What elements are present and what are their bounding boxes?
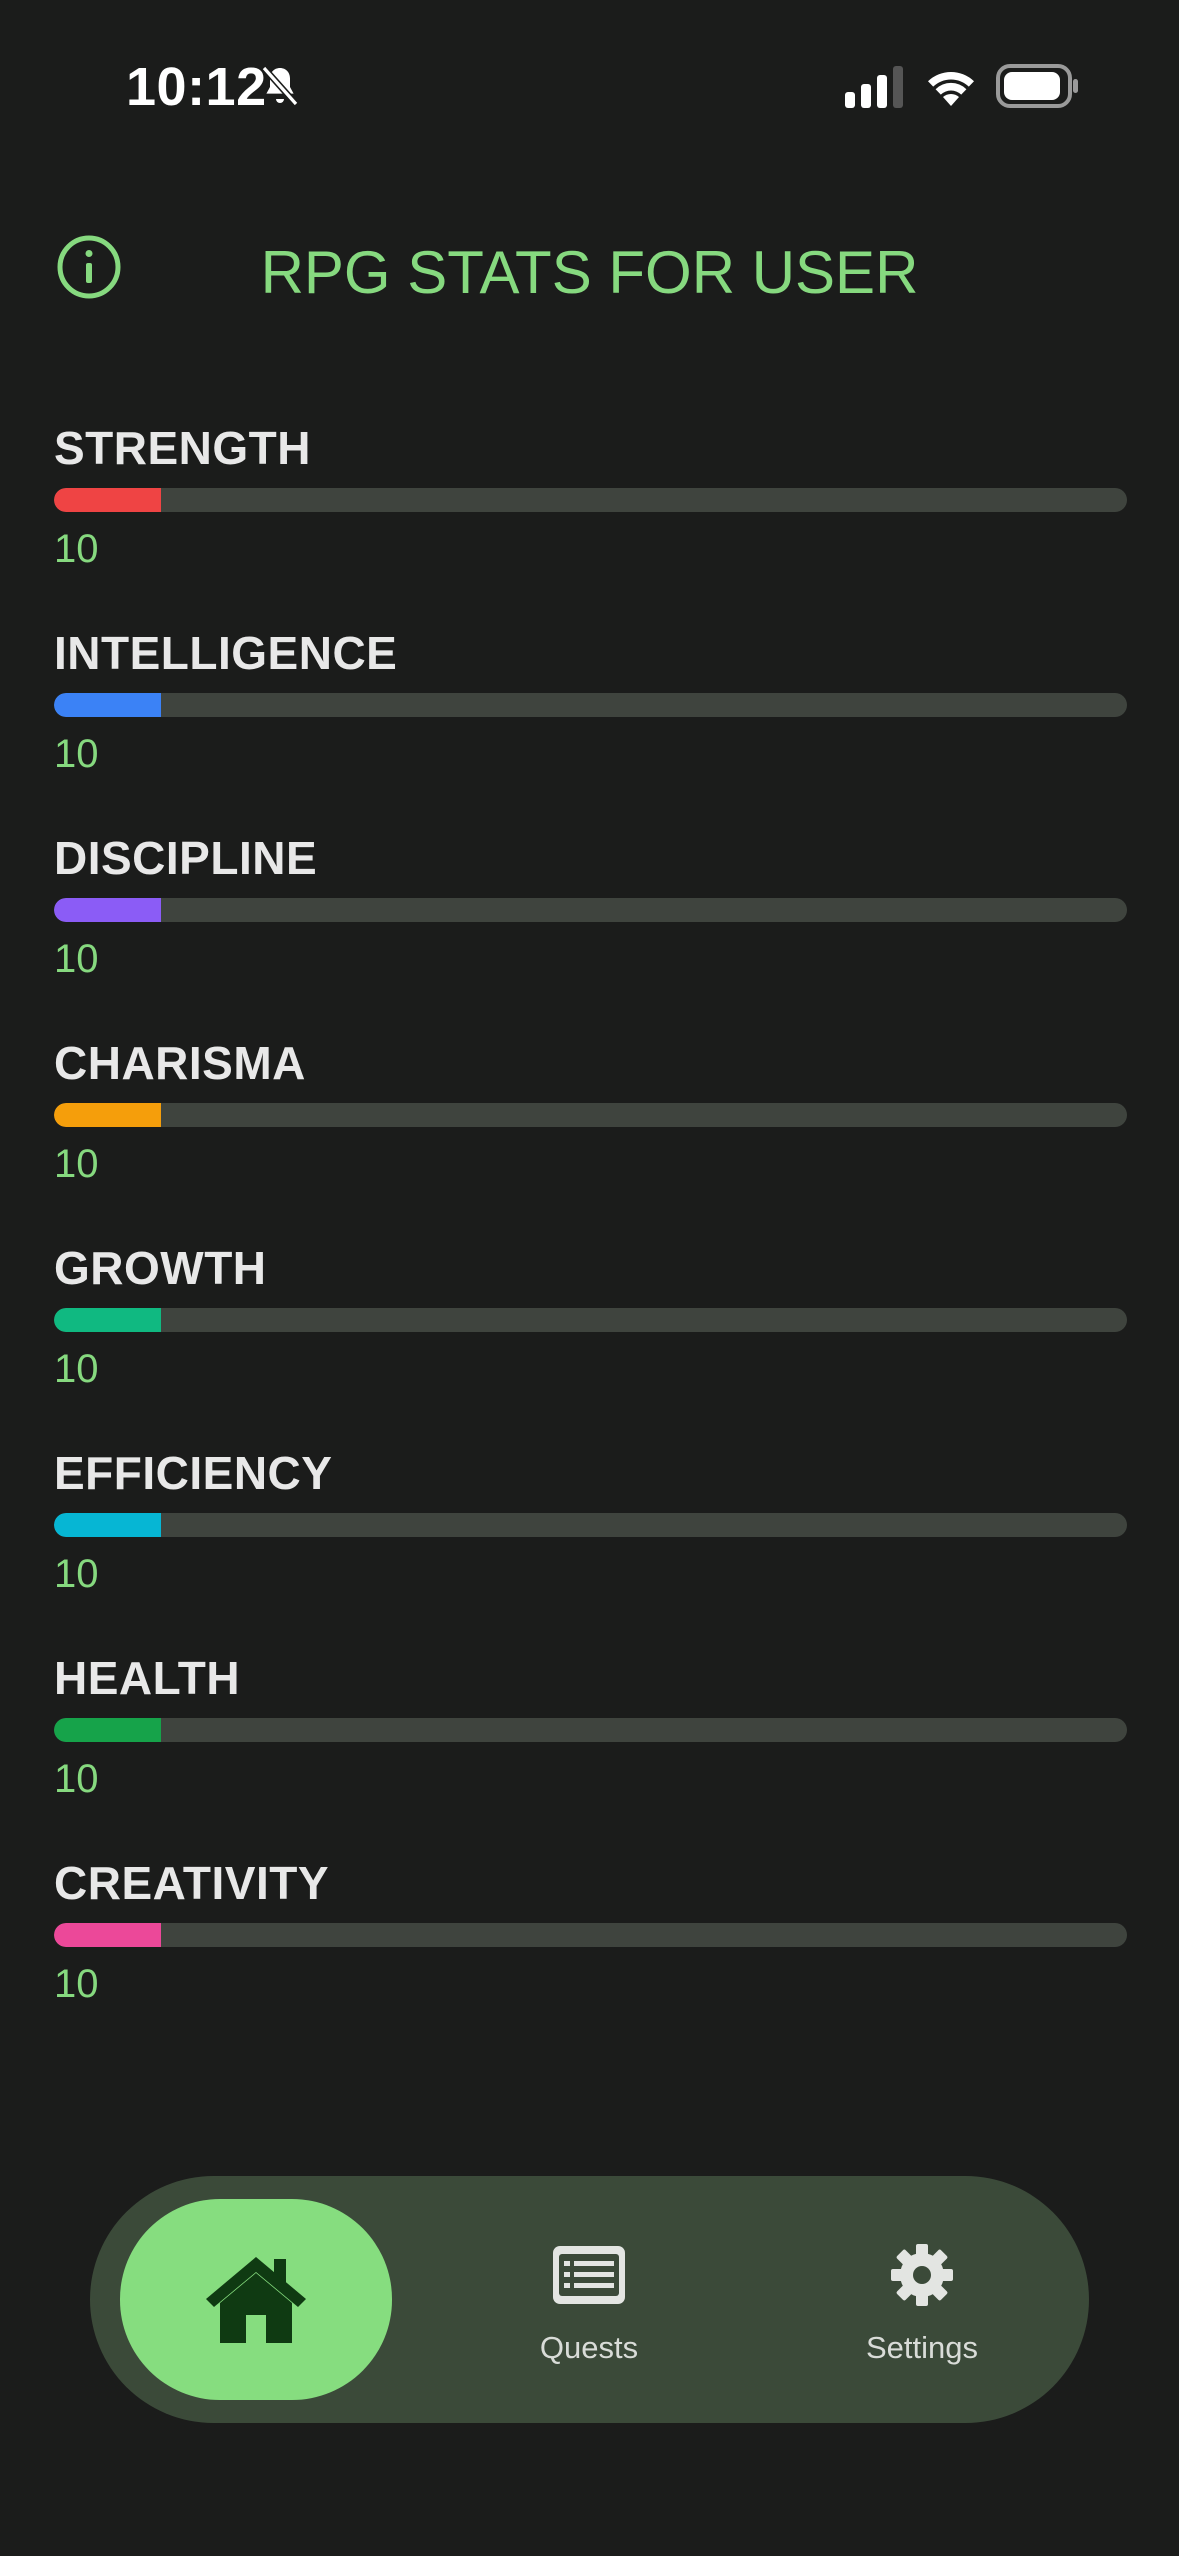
- stat-name: EFFICIENCY: [54, 1447, 333, 1499]
- stat-value: 10: [54, 1552, 99, 1596]
- bottom-navigation: Quests Settings: [90, 2176, 1089, 2423]
- stat-name: CREATIVITY: [54, 1857, 330, 1909]
- stat-progress-bar: [54, 898, 1127, 922]
- stat-value: 10: [54, 527, 99, 571]
- page-title: RPG STATS FOR USER: [260, 239, 919, 306]
- stat-progress-bar: [54, 1103, 1127, 1127]
- stat-value: 10: [54, 1962, 99, 2006]
- stat-progress-bar: [54, 1513, 1127, 1537]
- nav-settings-button[interactable]: Settings: [812, 2176, 1032, 2423]
- stat-value: 10: [54, 1347, 99, 1391]
- stat-row: EFFICIENCY 10: [54, 1443, 1127, 1648]
- stat-progress-bar: [54, 1923, 1127, 1947]
- stat-progress-fill: [54, 898, 162, 922]
- stat-progress-bar: [54, 1718, 1127, 1742]
- status-time: 10:12: [126, 57, 267, 117]
- stat-name: CHARISMA: [54, 1037, 306, 1089]
- nav-settings-label: Settings: [865, 2330, 978, 2365]
- stat-progress-bar: [54, 488, 1127, 512]
- stats-list: STRENGTH 10 INTELLIGENCE 10 DISCIPLINE 10 CHAR…: [54, 418, 1127, 2058]
- stat-value: 10: [54, 1757, 99, 1801]
- stat-row: GROWTH 10: [54, 1238, 1127, 1443]
- stat-progress-fill: [54, 693, 162, 717]
- stat-row: DISCIPLINE 10: [54, 828, 1127, 1033]
- stat-progress-fill: [54, 1718, 162, 1742]
- stat-progress-fill: [54, 1923, 162, 1947]
- home-icon: [206, 2257, 306, 2343]
- stat-progress-bar: [54, 693, 1127, 717]
- stat-row: HEALTH 10: [54, 1648, 1127, 1853]
- status-bar: 10:12: [0, 0, 1179, 175]
- nav-quests-button[interactable]: Quests: [479, 2176, 699, 2423]
- stat-value: 10: [54, 1142, 99, 1186]
- stat-name: GROWTH: [54, 1242, 267, 1294]
- wifi-icon: [928, 71, 974, 106]
- list-card-icon: [553, 2246, 625, 2304]
- stat-name: HEALTH: [54, 1652, 241, 1704]
- stat-progress-fill: [54, 1308, 162, 1332]
- stat-row: CREATIVITY 10: [54, 1853, 1127, 2058]
- stat-value: 10: [54, 732, 99, 776]
- stat-progress-fill: [54, 1513, 162, 1537]
- stat-progress-fill: [54, 1103, 162, 1127]
- stat-name: STRENGTH: [54, 422, 311, 474]
- stat-row: INTELLIGENCE 10: [54, 623, 1127, 828]
- battery-icon: [996, 64, 1078, 108]
- gear-icon: [891, 2244, 953, 2306]
- stat-row: STRENGTH 10: [54, 418, 1127, 623]
- nav-home-button[interactable]: [120, 2199, 392, 2400]
- stat-value: 10: [54, 937, 99, 981]
- stat-name: DISCIPLINE: [54, 832, 318, 884]
- stat-row: CHARISMA 10: [54, 1033, 1127, 1238]
- bell-slash-icon: [261, 65, 299, 107]
- stat-progress-bar: [54, 1308, 1127, 1332]
- stat-progress-fill: [54, 488, 162, 512]
- nav-quests-label: Quests: [539, 2330, 639, 2365]
- stat-name: INTELLIGENCE: [54, 627, 398, 679]
- cellular-signal-icon: [845, 66, 903, 108]
